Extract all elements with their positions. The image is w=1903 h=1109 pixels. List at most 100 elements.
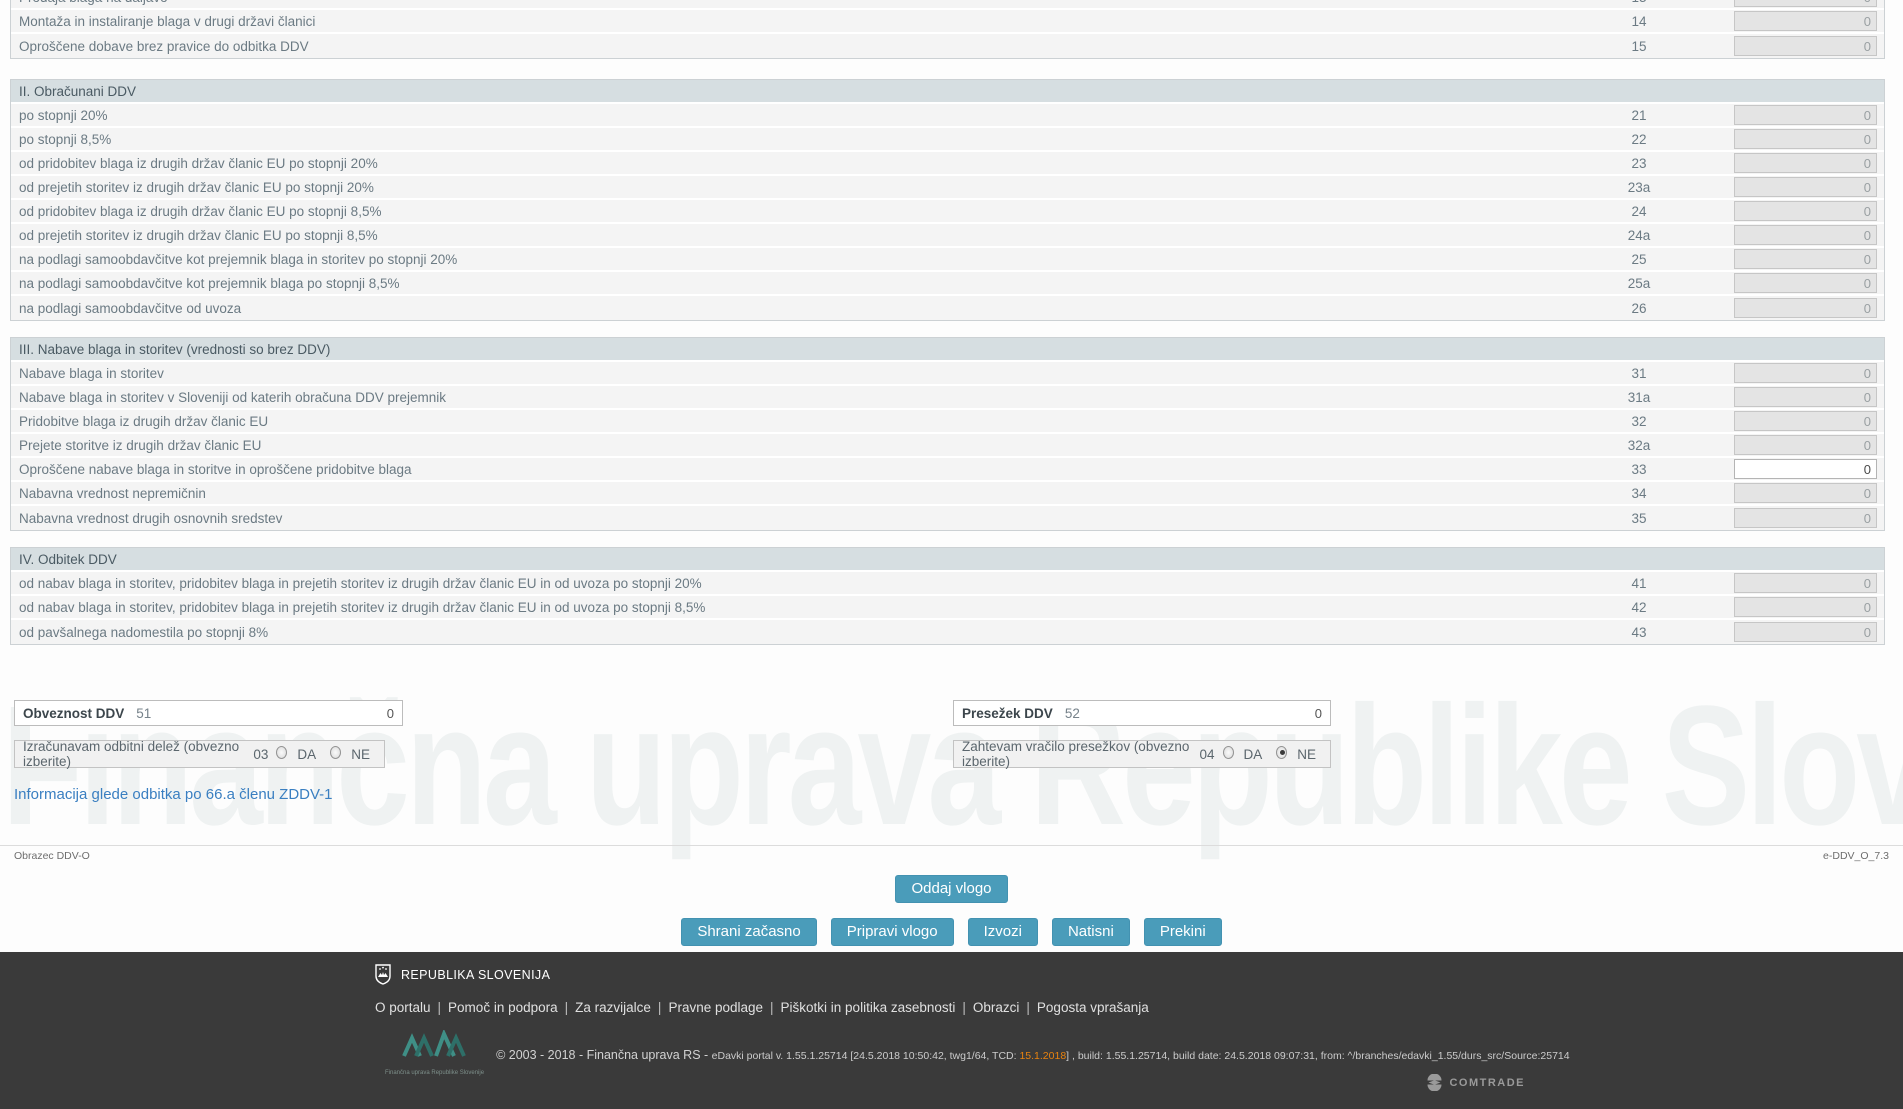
row-code: 13 <box>1589 0 1689 5</box>
row-label: Nabave blaga in storitev v Sloveniji od … <box>11 390 1589 405</box>
row-label: Montaža in instaliranje blaga v drugi dr… <box>11 14 1589 29</box>
footer-link-separator: | <box>438 1000 442 1015</box>
row-value-input <box>1734 622 1877 642</box>
vracilo-presezkov-code: 04 <box>1200 747 1215 762</box>
row-value-input <box>1734 597 1877 617</box>
table-row: Oproščene nabave blaga in storitve in op… <box>11 458 1884 482</box>
row-value-input <box>1734 249 1877 269</box>
form-version-label: e-DDV_O_7.3 <box>1823 850 1889 862</box>
footer-link-obrazci[interactable]: Obrazci <box>973 1000 1020 1015</box>
row-code: 23 <box>1589 156 1689 171</box>
comtrade-logo: COMTRADE <box>1426 1074 1525 1091</box>
table-row: od pridobitev blaga iz drugih držav član… <box>11 200 1884 224</box>
oddaj-vlogo-button[interactable]: Oddaj vlogo <box>895 875 1007 903</box>
odbitni-delez-label: Izračunavam odbitni delež (obvezno izber… <box>23 739 243 769</box>
table-row: po stopnji 20% 21 <box>11 104 1884 128</box>
row-label: od prejetih storitev iz drugih držav čla… <box>11 228 1589 243</box>
row-code: 15 <box>1589 39 1689 54</box>
vat-table-section-4: IV. Odbitek DDV od nabav blaga in storit… <box>10 547 1885 645</box>
row-label: od pridobitev blaga iz drugih držav član… <box>11 204 1589 219</box>
footer-link-separator: | <box>565 1000 569 1015</box>
info-odbitek-link[interactable]: Informacija glede odbitka po 66.a členu … <box>14 786 333 803</box>
table-row: Pridobitve blaga iz drugih držav članic … <box>11 410 1884 434</box>
vracilo-presezkov-da-radio[interactable] <box>1223 746 1234 759</box>
row-value-input <box>1734 435 1877 455</box>
presezek-ddv-value: 0 <box>1080 706 1330 721</box>
row-value-input <box>1734 411 1877 431</box>
odbitni-delez-da-radio[interactable] <box>276 746 287 759</box>
secondary-buttons-row: Shrani začasno Pripravi vlogo Izvozi Natisn… <box>0 918 1903 946</box>
vat-table-section-3: III. Nabave blaga in storitev (vrednosti… <box>10 337 1885 531</box>
footer-link-pi-kotki-in-politika-zasebnosti[interactable]: Piškotki in politika zasebnosti <box>781 1000 956 1015</box>
row-label: Oproščene dobave brez pravice do odbitka… <box>11 39 1589 54</box>
row-value-input[interactable] <box>1734 459 1877 479</box>
row-value-input <box>1734 298 1877 318</box>
row-label: Prejete storitve iz drugih držav članic … <box>11 438 1589 453</box>
row-label: na podlagi samoobdavčitve kot prejemnik … <box>11 276 1589 291</box>
row-code: 25a <box>1589 276 1689 291</box>
footer-link-o-portalu[interactable]: O portalu <box>375 1000 431 1015</box>
footer-link-za-razvijalce[interactable]: Za razvijalce <box>575 1000 651 1015</box>
table-row: na podlagi samoobdavčitve kot prejemnik … <box>11 272 1884 296</box>
table-row: na podlagi samoobdavčitve kot prejemnik … <box>11 248 1884 272</box>
row-label: Nabavna vrednost nepremičnin <box>11 486 1589 501</box>
footer-link-pogosta-vpra-anja[interactable]: Pogosta vprašanja <box>1037 1000 1149 1015</box>
izvozi-button[interactable]: Izvozi <box>968 918 1038 946</box>
row-code: 24a <box>1589 228 1689 243</box>
footer-link-pravne-podlage[interactable]: Pravne podlage <box>668 1000 763 1015</box>
row-code: 31 <box>1589 366 1689 381</box>
row-label: od prejetih storitev iz drugih držav čla… <box>11 180 1589 195</box>
row-code: 14 <box>1589 14 1689 29</box>
table-row: Prodaja blaga na daljavo 13 <box>11 0 1884 10</box>
version-pre: eDavki portal v. 1.55.1.25714 [24.5.2018… <box>712 1050 1020 1062</box>
row-code: 33 <box>1589 462 1689 477</box>
table-row: Oproščene dobave brez pravice do odbitka… <box>11 34 1884 58</box>
pripravi-vlogo-button[interactable]: Pripravi vlogo <box>831 918 954 946</box>
shrani-za-asno-button[interactable]: Shrani začasno <box>681 918 816 946</box>
odbitni-delez-ne-radio[interactable] <box>330 746 341 759</box>
vracilo-presezkov-ne-label: NE <box>1297 747 1316 762</box>
table-row: od pridobitev blaga iz drugih držav član… <box>11 152 1884 176</box>
table-row: od nabav blaga in storitev, pridobitev b… <box>11 572 1884 596</box>
row-code: 42 <box>1589 600 1689 615</box>
footer-links: O portalu | Pomoč in podpora | Za razvijalce… <box>375 1000 1149 1015</box>
row-code: 32 <box>1589 414 1689 429</box>
presezek-ddv-label: Presežek DDV <box>962 706 1053 721</box>
row-code: 22 <box>1589 132 1689 147</box>
footer-link-separator: | <box>658 1000 662 1015</box>
row-label: od nabav blaga in storitev, pridobitev b… <box>11 600 1589 615</box>
prekini-button[interactable]: Prekini <box>1144 918 1222 946</box>
table-row: od prejetih storitev iz drugih držav čla… <box>11 176 1884 200</box>
vracilo-presezkov-ne-radio[interactable] <box>1276 746 1287 759</box>
row-value-input <box>1734 483 1877 503</box>
footer-link-separator: | <box>770 1000 774 1015</box>
row-value-input <box>1734 177 1877 197</box>
vracilo-presezkov-choice-box: Zahtevam vračilo presežkov (obvezno izbe… <box>953 740 1331 768</box>
odbitni-delez-ne-label: NE <box>351 747 370 762</box>
version-post: ] , build: 1.55.1.25714, build date: 24.… <box>1066 1050 1569 1062</box>
row-label: Nabavna vrednost drugih osnovnih sredste… <box>11 511 1589 526</box>
version-tcd-date: 15.1.2018 <box>1019 1050 1066 1062</box>
section-header: III. Nabave blaga in storitev (vrednosti… <box>11 338 1884 362</box>
row-label: Prodaja blaga na daljavo <box>11 0 1589 5</box>
vat-form-tables: Prodaja blaga na daljavo 13 Montaža in i… <box>10 0 1885 645</box>
row-value-input <box>1734 225 1877 245</box>
footer-link-pomo-in-podpora[interactable]: Pomoč in podpora <box>448 1000 558 1015</box>
republika-slovenija-label: REPUBLIKA SLOVENIJA <box>401 968 550 982</box>
table-row: Nabavna vrednost drugih osnovnih sredste… <box>11 506 1884 530</box>
portal-version-text: eDavki portal v. 1.55.1.25714 [24.5.2018… <box>712 1050 1570 1062</box>
row-value-input <box>1734 201 1877 221</box>
row-value-input <box>1734 0 1877 7</box>
table-row: Montaža in instaliranje blaga v drugi dr… <box>11 10 1884 34</box>
row-label: Nabave blaga in storitev <box>11 366 1589 381</box>
vat-table-section-i: Prodaja blaga na daljavo 13 Montaža in i… <box>10 0 1885 59</box>
table-row: Nabave blaga in storitev 31 <box>11 362 1884 386</box>
table-row: od pavšalnega nadomestila po stopnji 8% … <box>11 620 1884 644</box>
obveznost-ddv-box: Obveznost DDV 51 0 <box>14 700 403 726</box>
row-value-input <box>1734 273 1877 293</box>
natisni-button[interactable]: Natisni <box>1052 918 1130 946</box>
row-code: 21 <box>1589 108 1689 123</box>
row-label: od nabav blaga in storitev, pridobitev b… <box>11 576 1589 591</box>
row-code: 24 <box>1589 204 1689 219</box>
footer-divider <box>0 845 1903 846</box>
